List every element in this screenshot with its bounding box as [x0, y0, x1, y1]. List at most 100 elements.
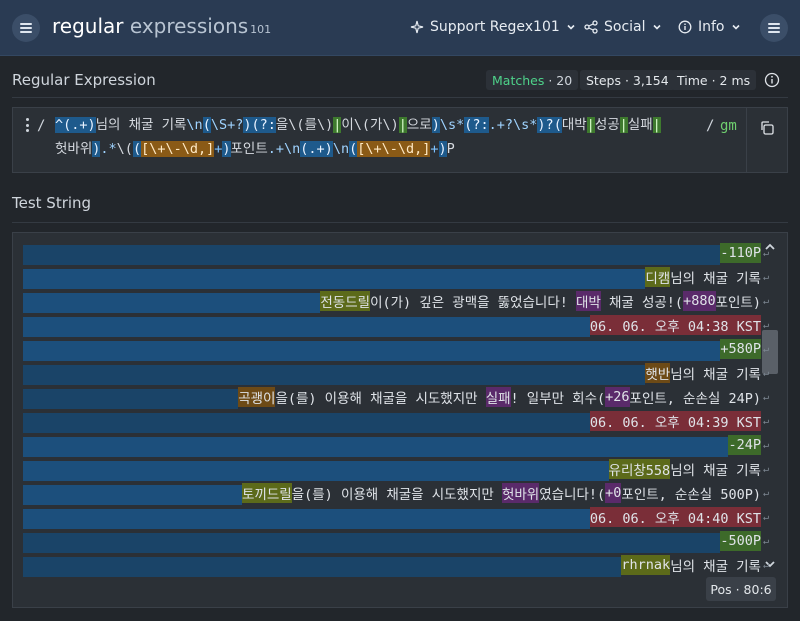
group-match-text: -500P [720, 531, 761, 551]
share-icon [584, 20, 598, 34]
test-string-line[interactable]: -110P ↵ [23, 241, 769, 265]
regex-token: .* [100, 141, 117, 157]
newline-marker: ↵ [762, 535, 769, 547]
test-string-line[interactable]: 토끼드릴 을(를) 이용해 채굴을 시도했지만 헛바위 였습니다!(+0 포인트, 순… [23, 481, 769, 505]
regex-token: 이\(가\) [341, 117, 399, 133]
test-string-line[interactable]: 06. 06. 오후 04:38 KST ↵ [23, 313, 769, 337]
regex-token: | [652, 117, 661, 133]
group-match-text: rhrnak [621, 555, 671, 575]
group-match-text: 전동드릴 [320, 291, 371, 311]
line-text: 포인트, 순손실 24P) [629, 391, 761, 407]
test-string-line[interactable]: -24P ↵ [23, 433, 769, 457]
top-navigation-bar: regular expressions 101 Support Regex101 … [0, 0, 800, 56]
test-string-section-title: Test String [12, 194, 92, 212]
group-match-text: +880 [683, 291, 716, 311]
test-string-line[interactable]: +580P ↵ [23, 337, 769, 361]
regex-flags[interactable]: gm [720, 118, 737, 134]
regex-token: + [430, 141, 439, 157]
test-string-line[interactable]: 햇반 님의 채굴 기록 ↵ [23, 361, 769, 385]
group-match-text: 06. 06. 오후 04:38 KST [589, 315, 761, 335]
match-highlight [23, 389, 239, 409]
menu-icon[interactable] [12, 14, 40, 42]
regex-token: \n [186, 117, 203, 133]
regex-token: [\+\-\d,] [357, 141, 431, 157]
group-match-text: 06. 06. 오후 04:39 KST [589, 411, 761, 431]
newline-marker: ↵ [762, 367, 769, 379]
divider [12, 97, 788, 98]
social-menu[interactable]: Social [584, 19, 662, 35]
match-highlight [23, 461, 609, 481]
newline-marker: ↵ [762, 319, 769, 331]
group-match-text: 유리창558 [608, 459, 671, 479]
regex-token: 으로 [406, 117, 432, 133]
regex-token: \s* [439, 117, 465, 133]
group-match-text: 디캠 [645, 267, 671, 287]
test-string-line[interactable]: 전동드릴 이(가) 깊은 광맥을 뚫었습니다! 대박 채굴 성공!(+880 포인트… [23, 289, 769, 313]
group-match-text: +0 [605, 483, 622, 503]
copy-button[interactable] [746, 108, 788, 172]
regex-token: ^(.+) [55, 117, 96, 133]
regex-token: ( [202, 117, 211, 133]
line-text: 이(가) 깊은 광맥을 뚫었습니다! [370, 295, 577, 311]
steps-stat: Steps · 3,154 [580, 70, 675, 90]
newline-marker: ↵ [762, 391, 769, 403]
regex-token: \n [332, 141, 350, 157]
newline-marker: ↵ [762, 439, 769, 451]
test-string-line[interactable]: 06. 06. 오후 04:40 KST ↵ [23, 505, 769, 529]
regex-delimiter-close: / [706, 118, 715, 134]
group-match-text: 실패 [485, 387, 511, 407]
match-highlight [23, 413, 590, 433]
test-string-lines[interactable]: -110P ↵ 디캠 님의 채굴 기록 ↵ 전동드릴 이(가) 깊은 광맥을 뚫었습니다! … [23, 241, 769, 577]
regex-token: \S+? [210, 117, 244, 133]
chevron-down-icon [731, 24, 740, 30]
matches-stat: Matches · 20 [486, 70, 579, 90]
match-highlight [23, 365, 646, 385]
group-match-text: 토끼드릴 [242, 483, 292, 503]
line-text: 님의 채굴 기록 [670, 559, 761, 575]
line-text: 을(를) 이용해 채굴을 시도했지만 [291, 487, 502, 503]
line-text: 포인트, 순손실 500P) [621, 487, 761, 503]
regex-token: 헛바위 [55, 141, 93, 157]
regex-token: [\+\-\d,] [141, 141, 215, 157]
match-highlight [23, 317, 590, 337]
test-string-line[interactable]: 디캠 님의 채굴 기록 ↵ [23, 265, 769, 289]
match-highlight [23, 485, 243, 505]
cursor-position-badge: Pos · 80:6 [706, 577, 776, 601]
sparkle-icon [410, 20, 424, 34]
test-string-line[interactable]: -500P ↵ [23, 529, 769, 553]
test-string-line[interactable]: 곡괭이 을(를) 이용해 채굴을 시도했지만 실패! 일부만 회수(+26 포인트,… [23, 385, 769, 409]
app-logo[interactable]: regular expressions 101 [52, 14, 271, 38]
newline-marker: ↵ [762, 559, 769, 571]
info-icon[interactable] [764, 72, 780, 88]
copy-icon [761, 121, 774, 135]
newline-marker: ↵ [762, 271, 769, 283]
line-text: 님의 채굴 기록 [670, 271, 761, 287]
info-menu[interactable]: Info [678, 19, 741, 35]
group-match-text: +26 [605, 387, 630, 407]
test-string-line[interactable]: 유리창558 님의 채굴 기록 ↵ [23, 457, 769, 481]
chevron-down-icon [652, 24, 661, 30]
match-highlight [23, 533, 721, 553]
sidebar-menu-icon[interactable] [760, 14, 788, 42]
regex-token: (?: [251, 117, 276, 133]
support-menu[interactable]: Support Regex101 [410, 19, 576, 35]
regex-token: 포인트 [230, 141, 268, 157]
newline-marker: ↵ [762, 487, 769, 499]
regex-pattern-input[interactable]: ^(.+)님의 채굴 기록\n(\S+?)(?:을\(를\)|이\(가\)|으로… [55, 113, 695, 161]
match-highlight [23, 293, 321, 313]
info-icon [678, 20, 692, 34]
group-match-text: 06. 06. 오후 04:40 KST [589, 507, 761, 527]
newline-marker: ↵ [762, 247, 769, 259]
regex-token: ) [431, 117, 440, 133]
regex-token: 성공 [594, 117, 620, 133]
newline-marker: ↵ [762, 343, 769, 355]
line-text: 을(를) 이용해 채굴을 시도했지만 [275, 391, 486, 407]
regex-token: )? [537, 117, 554, 133]
test-string-line[interactable]: rhrnak 님의 채굴 기록 ↵ [23, 553, 769, 577]
test-string-line[interactable]: 06. 06. 오후 04:39 KST ↵ [23, 409, 769, 433]
regex-token: (.+) [300, 141, 333, 157]
regex-token: 실패 [627, 117, 653, 133]
drag-handle-icon[interactable] [26, 118, 29, 132]
match-highlight [23, 557, 622, 577]
regex-token: 님의 채굴 기록 [95, 117, 187, 133]
